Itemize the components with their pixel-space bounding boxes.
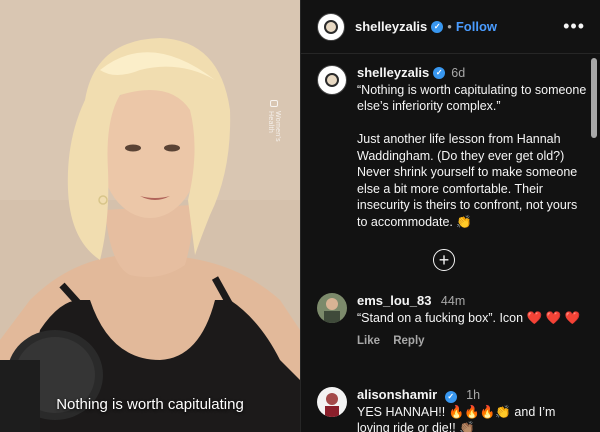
post-header: shelleyzalis ✓ • Follow ••• (301, 0, 600, 54)
like-button[interactable]: Like (357, 335, 380, 347)
video-frame-illustration (0, 0, 300, 432)
plus-circle-icon[interactable]: + (433, 249, 455, 271)
verified-badge-icon: ✓ (444, 391, 457, 404)
author-username[interactable]: shelleyzalis (355, 19, 427, 34)
comment-text: YES HANNAH!! 🔥🔥🔥👏 and I’m loving ride or… (357, 404, 556, 432)
follow-button[interactable]: Follow (456, 19, 497, 34)
comment-text: “Stand on a fucking box”. Icon ❤️ ❤️ ❤️ (357, 310, 581, 325)
commenter-avatar[interactable] (317, 387, 347, 417)
post-panel: shelleyzalis ✓ • Follow ••• shelleyzalis… (300, 0, 600, 432)
caption-text: “Nothing is worth capitulating to someon… (357, 82, 587, 229)
comment-username[interactable]: ems_lou_83 (357, 293, 431, 308)
caption-username[interactable]: shelleyzalis (357, 65, 429, 82)
comment-time[interactable]: 44m (441, 294, 465, 308)
watermark-text: Women's Health (267, 111, 281, 143)
post-caption: shelleyzalis ✓ 6d “Nothing is worth capi… (317, 65, 587, 230)
comment-time[interactable]: 1h (466, 388, 480, 402)
reply-button[interactable]: Reply (393, 335, 424, 347)
comment: alisonshamir ✓ 1h YES HANNAH!! 🔥🔥🔥👏 and … (317, 387, 587, 432)
author-avatar[interactable] (317, 12, 345, 41)
caption-avatar[interactable] (317, 65, 347, 95)
video-caption: Nothing is worth capitulating (56, 396, 244, 413)
watermark: Women's Health (267, 100, 281, 160)
separator-dot: • (447, 19, 452, 34)
verified-badge-icon: ✓ (431, 20, 444, 33)
watermark-logo-icon (270, 100, 278, 108)
caption-time[interactable]: 6d (451, 65, 465, 82)
scrollbar[interactable] (591, 58, 597, 138)
more-options-icon[interactable]: ••• (563, 16, 585, 37)
post-media[interactable]: Women's Health Nothing is worth capitula… (0, 0, 300, 432)
comment: ems_lou_83 44m “Stand on a fucking box”.… (317, 293, 587, 350)
comments-scroll-area[interactable]: shelleyzalis ✓ 6d “Nothing is worth capi… (301, 55, 600, 432)
verified-badge-icon: ✓ (433, 67, 446, 80)
comment-username[interactable]: alisonshamir (357, 387, 437, 402)
commenter-avatar[interactable] (317, 293, 347, 323)
